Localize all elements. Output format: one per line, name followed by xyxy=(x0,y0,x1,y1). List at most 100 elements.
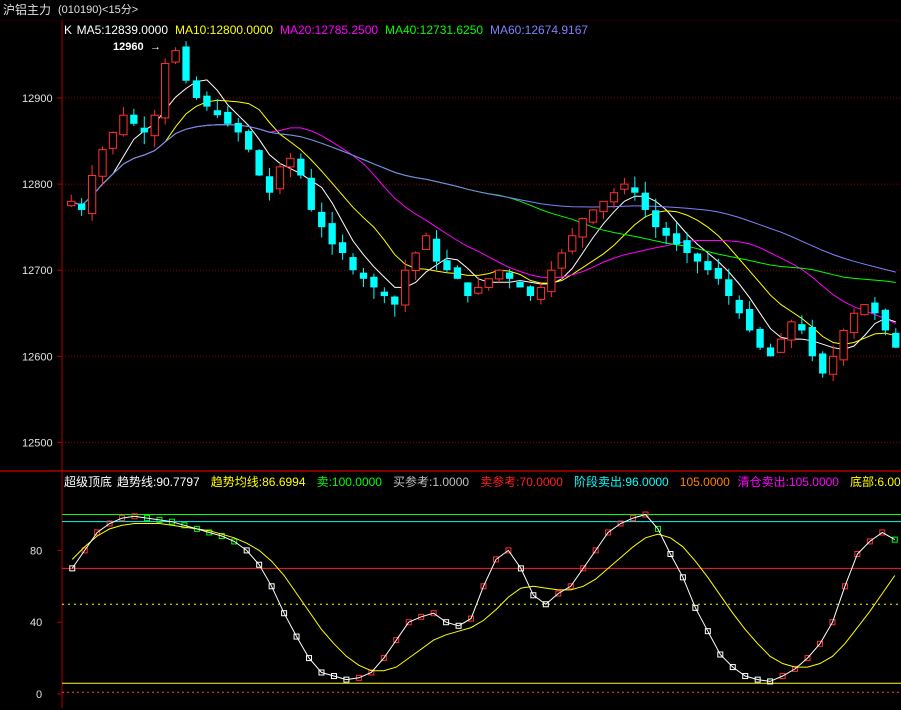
candle-body xyxy=(297,158,305,176)
candle-body xyxy=(453,267,462,279)
candle-body xyxy=(328,223,336,245)
indicator-legend-item: 105.0000 xyxy=(680,475,730,489)
candle-body xyxy=(568,235,577,252)
peak-price-label: 12960 xyxy=(113,41,144,53)
indicator-legend-item: 阶段卖出:96.0000 xyxy=(574,474,669,489)
candle-body xyxy=(213,110,221,116)
upper-legend: K MA5:12839.0000 MA10:12800.0000 MA20:12785… xyxy=(64,23,588,37)
ma5-line xyxy=(71,79,896,350)
candle-body xyxy=(819,353,827,374)
candle-body xyxy=(849,312,859,334)
candle-body xyxy=(286,157,295,168)
candle-body xyxy=(860,304,869,316)
upper-legend-item: MA40:12731.6250 xyxy=(385,23,483,37)
candle-body xyxy=(892,332,900,348)
price-tick-label: 12500 xyxy=(22,437,53,449)
candle-body xyxy=(536,286,546,300)
candle-body xyxy=(652,210,660,228)
indicator-legend: 超级顶底 趋势线:90.7797 趋势均线:86.6994 卖:100.0000 买参考… xyxy=(64,474,901,489)
candle-body xyxy=(756,328,764,348)
indicator-legend-item: 超级顶底 xyxy=(64,474,112,489)
candle-body xyxy=(349,257,357,271)
price-tick-label: 12800 xyxy=(22,179,53,191)
upper-legend-item: MA5:12839.0000 xyxy=(77,23,169,37)
candle-body xyxy=(662,227,670,236)
candle-body xyxy=(735,299,743,314)
candle-body xyxy=(380,291,388,297)
ma40-line xyxy=(71,124,896,283)
candle-body xyxy=(704,261,712,271)
price-tick-label: 12600 xyxy=(22,351,53,363)
peak-marker: 12960 → xyxy=(113,41,161,53)
candle-body xyxy=(672,233,681,245)
candle-body xyxy=(234,122,242,133)
indicator-legend-item: 卖:100.0000 xyxy=(317,475,383,489)
candle-body xyxy=(130,114,138,124)
candle-body xyxy=(370,276,378,288)
candle-body xyxy=(359,272,368,279)
candle-body xyxy=(432,238,441,262)
upper-legend-item: MA60:12674.9167 xyxy=(490,23,588,37)
candle-body xyxy=(182,46,190,81)
instrument-name: 沪铝主力 xyxy=(3,3,52,17)
indicator-tick-label: 80 xyxy=(30,545,42,557)
candle-body xyxy=(588,209,598,223)
candle-body xyxy=(224,111,232,124)
price-tick-label: 12700 xyxy=(22,265,53,277)
candle-body xyxy=(275,166,285,190)
candle-body xyxy=(808,326,816,357)
candle-body xyxy=(87,174,97,215)
trend-average-line xyxy=(71,523,896,672)
trend-line xyxy=(71,513,896,682)
candle-body xyxy=(192,80,201,98)
instrument-code-period: (010190)<15分> xyxy=(58,4,139,16)
candle-body xyxy=(725,279,733,297)
candle-body xyxy=(526,286,535,297)
candle-body xyxy=(140,127,148,133)
candle-body xyxy=(609,192,619,203)
indicator-tick-label: 40 xyxy=(30,617,42,629)
candle-body xyxy=(67,200,76,207)
candle-body xyxy=(255,150,263,176)
ma10-line xyxy=(71,99,896,345)
indicator-legend-item: 趋势均线:86.6994 xyxy=(211,475,306,489)
candlestick-series xyxy=(67,41,900,382)
indicator-tick-label: 0 xyxy=(36,689,42,701)
candle-body xyxy=(203,95,211,107)
candle-body xyxy=(318,211,326,228)
candle-body xyxy=(119,114,128,136)
candle-body xyxy=(265,176,274,193)
candle-body xyxy=(881,309,889,331)
candle-body xyxy=(693,253,702,262)
upper-legend-item: MA20:12785.2500 xyxy=(280,23,378,37)
candle-body xyxy=(484,278,493,288)
candle-body xyxy=(714,268,722,279)
candle-body xyxy=(620,183,629,190)
candle-body xyxy=(798,324,806,331)
indicator-legend-item: 底部:6.0000 xyxy=(850,474,901,489)
candle-body xyxy=(547,269,556,293)
candle-body xyxy=(401,269,410,306)
candle-body xyxy=(746,309,754,331)
candle-body xyxy=(829,355,838,375)
peak-arrow: → xyxy=(150,41,161,53)
candle-body xyxy=(495,269,504,280)
indicator-lines xyxy=(69,511,898,685)
candle-body xyxy=(421,235,431,251)
candle-body xyxy=(98,149,107,177)
candle-body xyxy=(474,286,483,294)
candle-body xyxy=(464,282,472,297)
window-title-bar: 沪铝主力 (010190)<15分> xyxy=(0,0,901,20)
upper-price-grid xyxy=(62,97,901,443)
candle-body xyxy=(578,218,587,238)
upper-legend-item: K xyxy=(64,23,72,37)
candle-body xyxy=(787,321,796,341)
ma20-line xyxy=(71,124,897,325)
moving-average-lines xyxy=(71,79,897,350)
candle-body xyxy=(307,177,315,210)
candle-body xyxy=(78,203,86,210)
candle-body xyxy=(766,347,775,357)
candle-body xyxy=(150,114,159,137)
ma60-line xyxy=(71,124,896,273)
upper-price-axis: 12900 12800 12700 12600 12500 xyxy=(22,93,62,449)
